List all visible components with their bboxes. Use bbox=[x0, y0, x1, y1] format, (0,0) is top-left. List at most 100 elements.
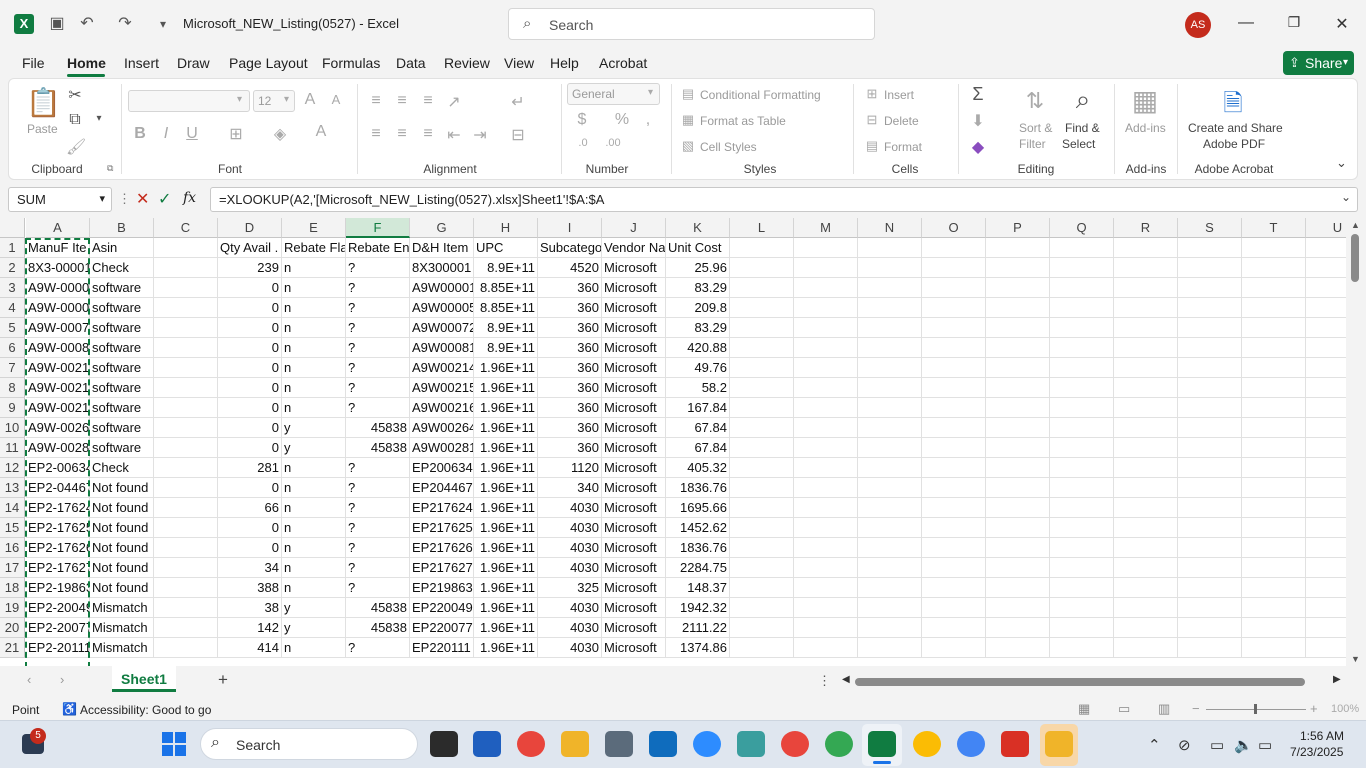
increase-font-icon[interactable]: A bbox=[301, 91, 319, 109]
table-cell[interactable] bbox=[858, 498, 922, 518]
table-cell[interactable] bbox=[1178, 558, 1242, 578]
table-cell[interactable] bbox=[1114, 518, 1178, 538]
table-cell[interactable] bbox=[1114, 498, 1178, 518]
row-header[interactable]: 4 bbox=[0, 298, 25, 318]
table-cell[interactable]: 167.84 bbox=[666, 398, 730, 418]
table-cell[interactable]: 45838 bbox=[346, 598, 410, 618]
cell-styles-button[interactable]: Cell Styles bbox=[700, 140, 757, 154]
table-cell[interactable] bbox=[1114, 578, 1178, 598]
table-cell[interactable] bbox=[794, 558, 858, 578]
table-cell[interactable] bbox=[1050, 298, 1114, 318]
row-header[interactable]: 13 bbox=[0, 478, 25, 498]
format-cells-button[interactable]: Format bbox=[884, 140, 922, 154]
app-icon[interactable] bbox=[1045, 731, 1073, 757]
table-cell[interactable] bbox=[154, 618, 218, 638]
table-cell[interactable]: EP2-17626 bbox=[26, 538, 90, 558]
select-label[interactable]: Select bbox=[1062, 137, 1095, 151]
table-cell[interactable] bbox=[1114, 358, 1178, 378]
table-cell[interactable] bbox=[794, 618, 858, 638]
chevron-up-icon[interactable]: ⌃ bbox=[1148, 736, 1161, 754]
table-cell[interactable] bbox=[1242, 518, 1306, 538]
table-cell[interactable] bbox=[986, 378, 1050, 398]
table-cell[interactable] bbox=[1242, 298, 1306, 318]
table-cell[interactable] bbox=[1242, 418, 1306, 438]
table-cell[interactable]: y bbox=[282, 618, 346, 638]
table-cell[interactable] bbox=[1306, 638, 1346, 658]
header-cell[interactable] bbox=[858, 238, 922, 258]
tab-review[interactable]: Review bbox=[444, 55, 490, 71]
previous-sheet-icon[interactable]: ‹ bbox=[27, 672, 31, 687]
table-cell[interactable]: 360 bbox=[538, 438, 602, 458]
table-cell[interactable]: n bbox=[282, 398, 346, 418]
table-cell[interactable]: ? bbox=[346, 478, 410, 498]
increase-decimal-icon[interactable]: .0 bbox=[574, 137, 592, 149]
table-cell[interactable] bbox=[154, 378, 218, 398]
table-cell[interactable] bbox=[1306, 538, 1346, 558]
table-cell[interactable]: 0 bbox=[218, 538, 282, 558]
row-header[interactable]: 19 bbox=[0, 598, 25, 618]
table-cell[interactable] bbox=[922, 378, 986, 398]
table-cell[interactable] bbox=[794, 258, 858, 278]
table-cell[interactable] bbox=[986, 598, 1050, 618]
header-cell[interactable]: ManuF Ite bbox=[26, 238, 90, 258]
table-cell[interactable] bbox=[1050, 518, 1114, 538]
borders-icon[interactable]: ⊞ bbox=[227, 124, 245, 144]
table-cell[interactable] bbox=[154, 538, 218, 558]
table-cell[interactable]: n bbox=[282, 298, 346, 318]
table-cell[interactable]: ? bbox=[346, 358, 410, 378]
table-cell[interactable] bbox=[1050, 258, 1114, 278]
table-cell[interactable] bbox=[730, 258, 794, 278]
table-cell[interactable]: Microsoft bbox=[602, 258, 666, 278]
format-as-table-button[interactable]: Format as Table bbox=[700, 114, 786, 128]
table-cell[interactable]: 0 bbox=[218, 318, 282, 338]
table-cell[interactable] bbox=[1114, 398, 1178, 418]
header-cell[interactable] bbox=[986, 238, 1050, 258]
table-cell[interactable]: ? bbox=[346, 558, 410, 578]
zoom-out-icon[interactable]: − bbox=[1192, 701, 1200, 716]
table-cell[interactable] bbox=[1242, 538, 1306, 558]
table-cell[interactable]: n bbox=[282, 538, 346, 558]
table-cell[interactable]: 4030 bbox=[538, 538, 602, 558]
table-cell[interactable]: EP2-20111 bbox=[26, 638, 90, 658]
table-cell[interactable] bbox=[1242, 378, 1306, 398]
table-cell[interactable] bbox=[986, 498, 1050, 518]
align-center-icon[interactable]: ≡ bbox=[394, 125, 410, 143]
table-cell[interactable] bbox=[1114, 438, 1178, 458]
table-cell[interactable]: Microsoft bbox=[602, 598, 666, 618]
clear-icon[interactable]: ◆ bbox=[968, 137, 988, 157]
table-cell[interactable]: A9W00001 bbox=[410, 278, 474, 298]
table-cell[interactable]: ? bbox=[346, 538, 410, 558]
table-cell[interactable]: 34 bbox=[218, 558, 282, 578]
page-layout-view-icon[interactable]: ▭ bbox=[1118, 701, 1130, 717]
table-cell[interactable]: ? bbox=[346, 338, 410, 358]
table-cell[interactable] bbox=[922, 518, 986, 538]
table-cell[interactable] bbox=[730, 338, 794, 358]
table-cell[interactable] bbox=[1306, 478, 1346, 498]
name-box[interactable]: SUM ▾ bbox=[8, 187, 112, 212]
table-cell[interactable] bbox=[1050, 618, 1114, 638]
table-cell[interactable] bbox=[922, 458, 986, 478]
font-name-combo[interactable]: ▾ bbox=[128, 90, 250, 112]
orientation-icon[interactable]: ↗ bbox=[446, 92, 462, 112]
table-cell[interactable]: A9W-0021 bbox=[26, 378, 90, 398]
table-cell[interactable]: 360 bbox=[538, 358, 602, 378]
column-header-j[interactable]: J bbox=[602, 218, 666, 238]
table-cell[interactable]: EP217625 bbox=[410, 518, 474, 538]
table-cell[interactable] bbox=[1114, 638, 1178, 658]
table-cell[interactable] bbox=[858, 338, 922, 358]
column-header-c[interactable]: C bbox=[154, 218, 218, 238]
table-cell[interactable] bbox=[986, 338, 1050, 358]
column-header-n[interactable]: N bbox=[858, 218, 922, 238]
table-cell[interactable] bbox=[986, 458, 1050, 478]
table-cell[interactable] bbox=[1242, 618, 1306, 638]
table-cell[interactable] bbox=[858, 558, 922, 578]
table-cell[interactable] bbox=[1178, 518, 1242, 538]
expand-formula-icon[interactable]: ⌄ bbox=[1341, 190, 1351, 204]
table-cell[interactable] bbox=[858, 598, 922, 618]
column-header-k[interactable]: K bbox=[666, 218, 730, 238]
table-cell[interactable]: A9W-0000 bbox=[26, 298, 90, 318]
column-header-q[interactable]: Q bbox=[1050, 218, 1114, 238]
table-cell[interactable] bbox=[730, 358, 794, 378]
table-cell[interactable] bbox=[1178, 438, 1242, 458]
table-cell[interactable]: 2111.22 bbox=[666, 618, 730, 638]
